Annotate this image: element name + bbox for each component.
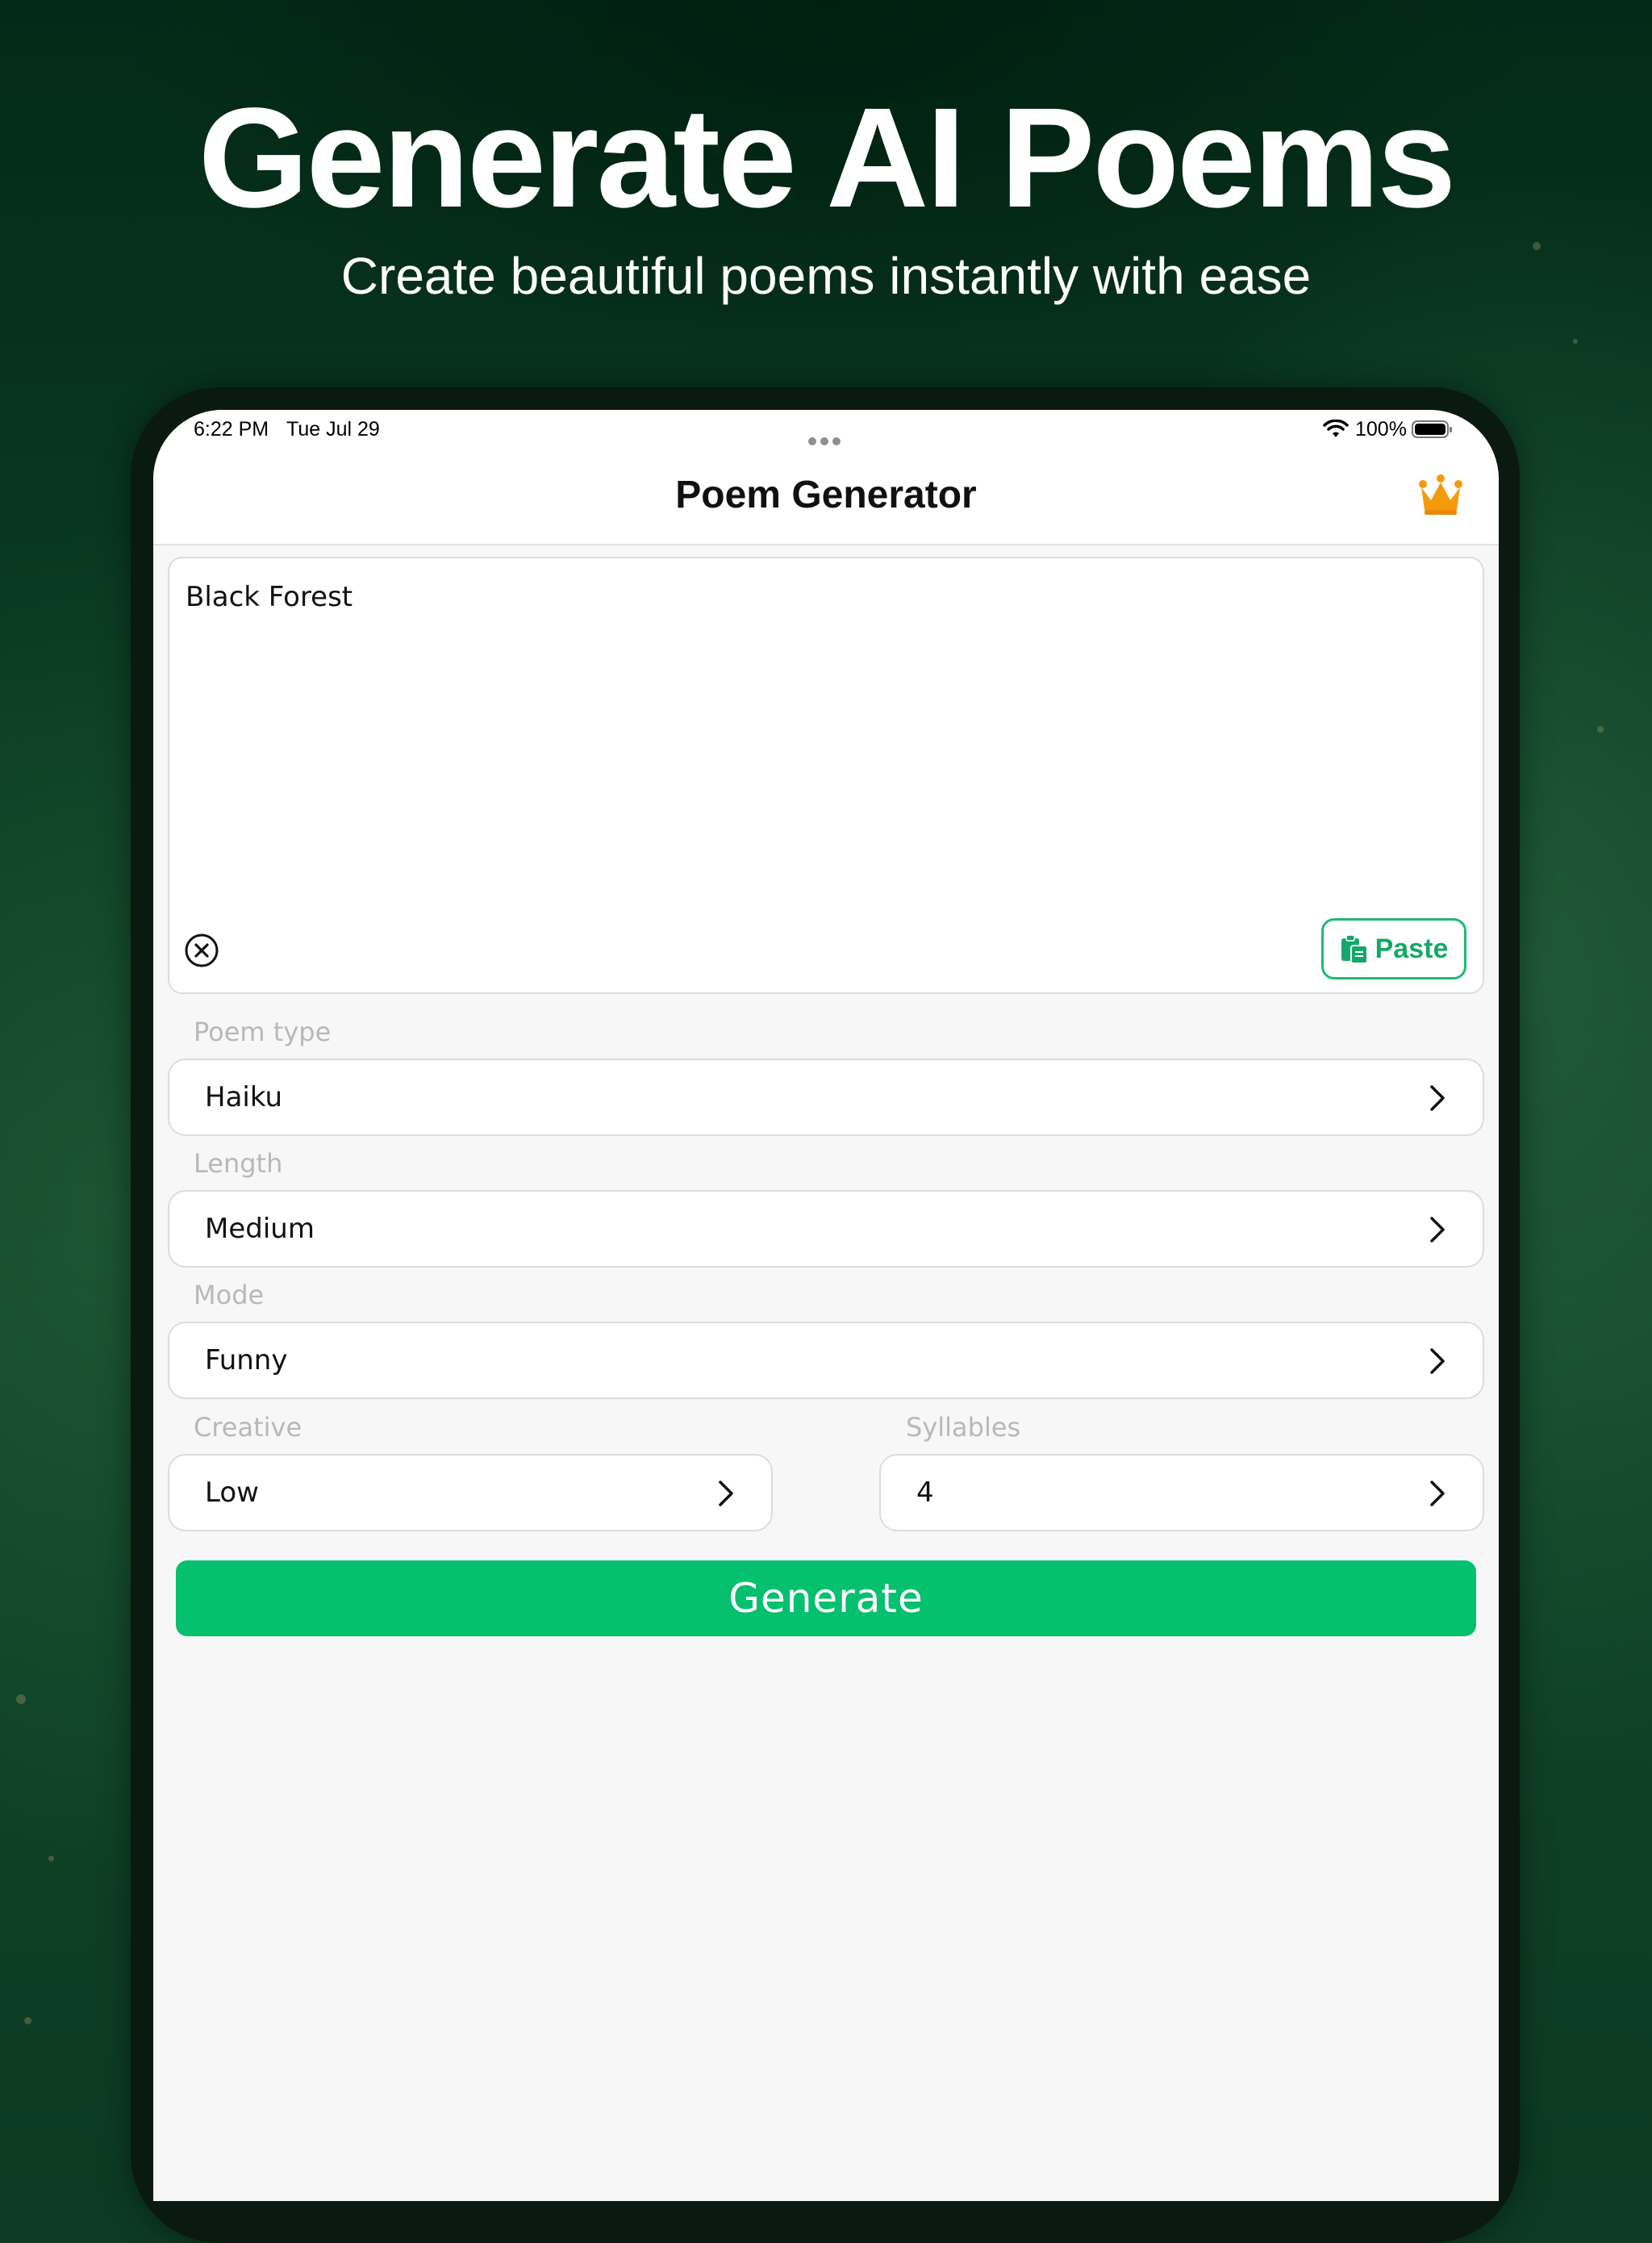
status-time: 6:22 PM (194, 418, 269, 441)
navigation-bar: Poem Generator (153, 455, 1499, 545)
creative-label: Creative (194, 1412, 302, 1443)
poem-type-label: Poem type (194, 1017, 332, 1047)
background-speckle (16, 1694, 26, 1704)
clear-circle-icon[interactable] (184, 933, 219, 968)
multitasking-dots-icon[interactable] (808, 428, 845, 445)
mode-value: Funny (205, 1344, 288, 1376)
status-date: Tue Jul 29 (286, 418, 380, 441)
promo-subline: Create beautiful poems instantly with ea… (340, 247, 1312, 305)
prompt-textarea[interactable]: Black Forest Paste (168, 557, 1484, 994)
length-select[interactable]: Medium (168, 1190, 1484, 1268)
background-speckle (48, 1856, 54, 1861)
chevron-right-icon (1430, 1481, 1445, 1506)
poem-type-select[interactable]: Haiku (168, 1059, 1484, 1136)
poem-type-value: Haiku (205, 1081, 283, 1113)
mode-select[interactable]: Funny (168, 1322, 1484, 1399)
page-title: Poem Generator (675, 474, 977, 516)
syllables-select[interactable]: 4 (879, 1454, 1484, 1531)
paste-button[interactable]: Paste (1321, 918, 1466, 979)
syllables-value: 4 (916, 1477, 934, 1509)
background-speckle (1573, 339, 1578, 344)
length-value: Medium (205, 1213, 315, 1245)
battery-percent: 100% (1355, 418, 1407, 441)
background-speckle (1533, 242, 1541, 250)
generate-button[interactable]: Generate (176, 1560, 1476, 1636)
chevron-right-icon (719, 1481, 733, 1506)
promo-headline: Generate AI Poems (198, 79, 1456, 237)
chevron-right-icon (1430, 1348, 1445, 1374)
app-screen: 6:22 PM Tue Jul 29 100% Poem Generator B… (153, 410, 1499, 2201)
paste-label: Paste (1375, 933, 1449, 964)
crown-icon[interactable] (1418, 474, 1463, 516)
prompt-text: Black Forest (186, 581, 353, 613)
creative-value: Low (205, 1477, 259, 1509)
length-label: Length (194, 1148, 283, 1179)
status-bar: 6:22 PM Tue Jul 29 100% (153, 410, 1499, 455)
background-speckle (24, 2017, 31, 2024)
wifi-icon (1323, 420, 1349, 437)
mode-label: Mode (194, 1280, 265, 1310)
clipboard-icon (1341, 934, 1368, 964)
creative-select[interactable]: Low (168, 1454, 773, 1531)
chevron-right-icon (1430, 1085, 1445, 1111)
battery-icon (1412, 420, 1452, 438)
syllables-label: Syllables (906, 1412, 1021, 1443)
background-speckle (1597, 726, 1604, 733)
chevron-right-icon (1430, 1217, 1445, 1243)
